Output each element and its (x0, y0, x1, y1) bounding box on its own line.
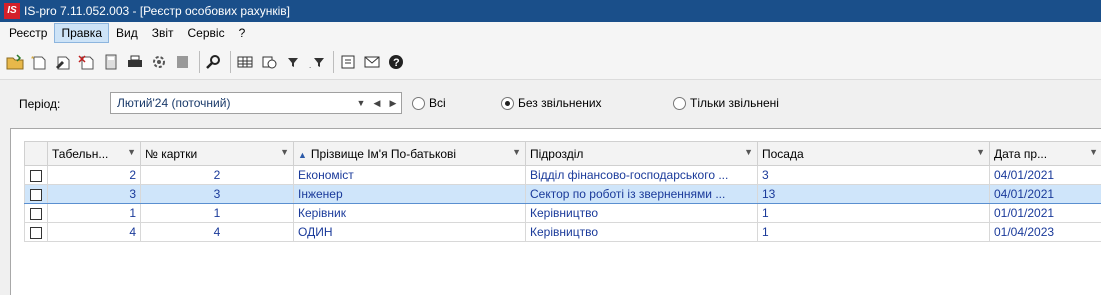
column-header-date[interactable]: Дата пр... ▼ (989, 141, 1101, 166)
svg-text:?: ? (393, 57, 400, 69)
cell-tab-number: 3 (47, 184, 141, 204)
svg-text:.: . (309, 61, 311, 70)
radio-label: Тільки звільнені (690, 96, 779, 110)
chevron-down-icon[interactable]: ▼ (353, 98, 369, 108)
cell-department: Відділ фінансово-господарського ... (525, 165, 758, 185)
sort-ascending-icon: ▲ (298, 149, 307, 160)
row-checkbox[interactable] (24, 165, 48, 185)
cell-date: 01/04/2023 (989, 222, 1101, 242)
dropdown-arrow-icon: ▼ (127, 147, 136, 157)
cell-card-number: 1 (140, 203, 294, 223)
cell-date: 04/01/2021 (989, 184, 1101, 204)
window-title: IS-pro 7.11.052.003 - [Реєстр особових р… (24, 4, 291, 18)
column-header-tab-number[interactable]: Табельн... ▼ (47, 141, 141, 166)
menu-item-report[interactable]: Звіт (145, 23, 181, 43)
menu-bar: Реєстр Правка Вид Звіт Сервіс ? (0, 22, 1101, 44)
cell-full-name: Керівник (293, 203, 526, 223)
search-icon[interactable] (203, 51, 225, 73)
cell-full-name: Економіст (293, 165, 526, 185)
refresh-icon[interactable] (258, 51, 280, 73)
filter-clear-icon[interactable]: . (306, 51, 328, 73)
mail-icon[interactable] (361, 51, 383, 73)
cell-department: Керівництво (525, 203, 758, 223)
column-header-card-number[interactable]: № картки ▼ (140, 141, 294, 166)
radio-without-dismissed[interactable]: Без звільнених (501, 96, 602, 110)
toolbar-separator (333, 50, 334, 73)
dropdown-arrow-icon: ▼ (976, 147, 985, 157)
table-row[interactable]: 1 1 Керівник Керівництво 1 01/01/2021 (24, 203, 1101, 223)
menu-item-service[interactable]: Сервіс (181, 23, 232, 43)
form-icon[interactable] (337, 51, 359, 73)
app-logo-icon: IS (4, 3, 20, 19)
data-grid: Табельн... ▼ № картки ▼ ▲ Прізвище Ім'я По-… (24, 141, 1101, 242)
row-checkbox[interactable] (24, 184, 48, 204)
menu-item-edit[interactable]: Правка (54, 23, 109, 43)
filter-bar: Період: Лютий'24 (поточний) ▼ ◀ ▶ Всі Бе… (0, 80, 1101, 128)
cell-position: 3 (757, 165, 990, 185)
cell-date: 01/01/2021 (989, 203, 1101, 223)
table-row[interactable]: 3 3 Інженер Сектор по роботі із зверненн… (24, 184, 1101, 204)
accounts-table: Табельн... ▼ № картки ▼ ▲ Прізвище Ім'я По-… (24, 141, 1101, 242)
help-icon[interactable]: ? (385, 51, 407, 73)
table-row[interactable]: 4 4 ОДИН Керівництво 1 01/04/2023 (24, 222, 1101, 242)
dropdown-arrow-icon: ▼ (744, 147, 753, 157)
print-icon[interactable] (124, 51, 146, 73)
row-checkbox[interactable] (24, 222, 48, 242)
cell-position: 1 (757, 222, 990, 242)
chevron-right-icon[interactable]: ▶ (385, 98, 401, 109)
column-header-full-name[interactable]: ▲ Прізвище Ім'я По-батькові ▼ (293, 141, 526, 166)
new-record-icon[interactable]: * (28, 51, 50, 73)
dropdown-arrow-icon: ▼ (512, 147, 521, 157)
toolbar-separator (199, 50, 200, 73)
menu-item-view[interactable]: Вид (109, 23, 145, 43)
cell-date: 04/01/2021 (989, 165, 1101, 185)
settings-gear-icon[interactable] (148, 51, 170, 73)
column-header-department[interactable]: Підрозділ ▼ (525, 141, 758, 166)
grid-panel: Табельн... ▼ № картки ▼ ▲ Прізвище Ім'я По-… (10, 128, 1101, 295)
chevron-left-icon[interactable]: ◀ (369, 98, 385, 109)
row-checkbox[interactable] (24, 203, 48, 223)
period-label: Період: (19, 97, 61, 111)
table-row[interactable]: 2 2 Економіст Відділ фінансово-господарс… (24, 165, 1101, 185)
cell-card-number: 2 (140, 165, 294, 185)
svg-text:*: * (31, 55, 34, 64)
cell-full-name: Інженер (293, 184, 526, 204)
radio-only-dismissed[interactable]: Тільки звільнені (673, 96, 779, 110)
radio-label: Всі (429, 96, 446, 110)
edit-record-icon[interactable] (52, 51, 74, 73)
cell-department: Сектор по роботі із зверненнями ... (525, 184, 758, 204)
dropdown-arrow-icon: ▼ (1089, 147, 1098, 157)
cell-department: Керівництво (525, 222, 758, 242)
period-value: Лютий'24 (поточний) (117, 96, 231, 110)
table-icon[interactable] (234, 51, 256, 73)
cell-card-number: 4 (140, 222, 294, 242)
archive-icon[interactable] (172, 51, 194, 73)
header-checkbox (24, 141, 48, 166)
column-header-position[interactable]: Посада ▼ (757, 141, 990, 166)
toolbar: * . ? (0, 44, 1101, 80)
dropdown-arrow-icon: ▼ (280, 147, 289, 157)
cell-tab-number: 1 (47, 203, 141, 223)
open-folder-icon[interactable] (4, 51, 26, 73)
cell-tab-number: 4 (47, 222, 141, 242)
cell-position: 1 (757, 203, 990, 223)
title-bar: IS IS-pro 7.11.052.003 - [Реєстр особови… (0, 0, 1101, 22)
radio-all[interactable]: Всі (412, 96, 446, 110)
menu-item-help[interactable]: ? (232, 23, 253, 43)
toolbar-separator (230, 50, 231, 73)
radio-label: Без звільнених (518, 96, 602, 110)
menu-item-registry[interactable]: Реєстр (2, 23, 54, 43)
radio-button[interactable] (412, 96, 425, 110)
period-select[interactable]: Лютий'24 (поточний) ▼ ◀ ▶ (110, 92, 402, 114)
cell-full-name: ОДИН (293, 222, 526, 242)
calculator-icon[interactable] (100, 51, 122, 73)
delete-record-icon[interactable] (76, 51, 98, 73)
cell-position: 13 (757, 184, 990, 204)
cell-card-number: 3 (140, 184, 294, 204)
table-header-row: Табельн... ▼ № картки ▼ ▲ Прізвище Ім'я По-… (24, 141, 1101, 166)
radio-button[interactable] (673, 96, 686, 110)
radio-button[interactable] (501, 96, 514, 110)
cell-tab-number: 2 (47, 165, 141, 185)
filter-icon[interactable] (282, 51, 304, 73)
